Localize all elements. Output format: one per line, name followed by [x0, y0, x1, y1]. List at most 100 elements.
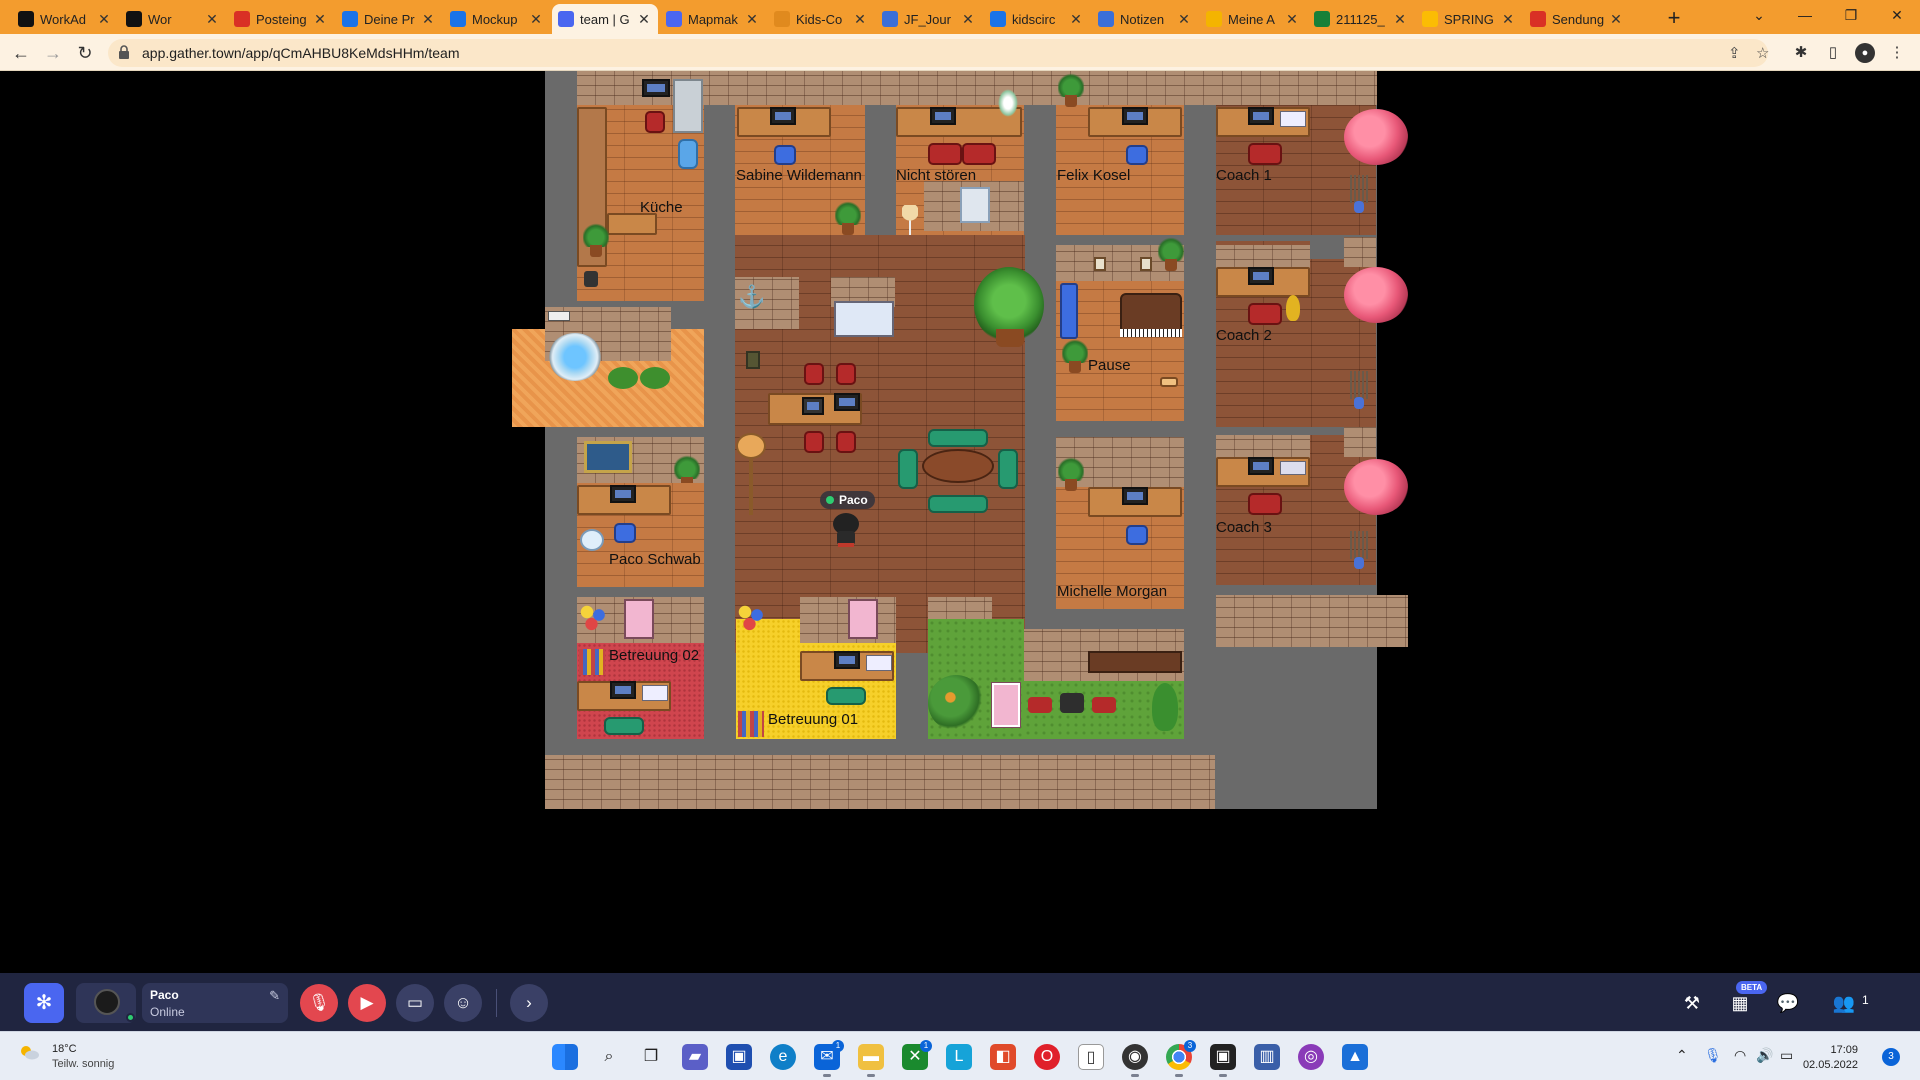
plant-icon — [1058, 457, 1084, 491]
chat-icon[interactable]: 💬 — [1774, 989, 1802, 1017]
browser-tab[interactable]: Posteing ✕ — [228, 4, 334, 34]
browser-tab[interactable]: Deine Pr ✕ — [336, 4, 442, 34]
store-icon[interactable]: ▣ — [726, 1044, 752, 1070]
close-tab-icon[interactable]: ✕ — [1500, 11, 1516, 28]
trello-icon[interactable]: ▥ — [1254, 1044, 1280, 1070]
browser-tab[interactable]: WorkAd ✕ — [12, 4, 118, 34]
mic-muted-icon[interactable]: 🎙 — [300, 984, 338, 1022]
side-table-icon — [746, 351, 760, 369]
browser-tab[interactable]: Mockup ✕ — [444, 4, 550, 34]
tab-title: JF_Jour — [904, 11, 951, 27]
close-window-button[interactable]: ✕ — [1874, 0, 1920, 30]
xbox-icon[interactable]: ✕ 1 — [902, 1040, 932, 1070]
browser-tab[interactable]: Notizen ✕ — [1092, 4, 1198, 34]
close-tab-icon[interactable]: ✕ — [1176, 11, 1192, 28]
browser-tab[interactable]: Kids-Co ✕ — [768, 4, 874, 34]
tab-search-icon[interactable]: ⌄ — [1736, 0, 1782, 30]
edge-icon[interactable]: e — [770, 1044, 796, 1070]
reload-icon[interactable]: ↻ — [72, 40, 98, 66]
address-bar[interactable]: app.gather.town/app/qCmAHBU8KeMdsHHm/tea… — [108, 39, 1769, 67]
participants-icon[interactable]: 👥 — [1830, 989, 1858, 1017]
close-tab-icon[interactable]: ✕ — [744, 11, 760, 28]
speaker-icon[interactable]: 🔊 — [1756, 1047, 1773, 1064]
podcast-icon[interactable]: ◎ — [1298, 1044, 1324, 1070]
calendar-board-icon — [960, 187, 990, 223]
teams-chat-icon[interactable]: ▰ — [682, 1044, 708, 1070]
share-icon[interactable]: ⇪ — [1728, 44, 1741, 62]
document-icon[interactable]: ▯ — [1078, 1044, 1104, 1070]
close-tab-icon[interactable]: ✕ — [528, 11, 544, 28]
microphone-icon[interactable]: 🎙 — [1704, 1047, 1722, 1064]
browser-tab[interactable]: Wor ✕ — [120, 4, 226, 34]
screen-share-icon[interactable]: ▭ — [396, 984, 434, 1022]
close-tab-icon[interactable]: ✕ — [204, 11, 220, 28]
gather-game-canvas[interactable]: Küche Sabine Wildemann Nicht stören Feli… — [0, 71, 1920, 973]
favicon-icon — [450, 11, 466, 27]
task-view-icon[interactable]: ❐ — [638, 1044, 664, 1070]
player-avatar[interactable] — [832, 513, 860, 547]
camera-off-icon[interactable]: ▶ — [348, 984, 386, 1022]
build-tool-icon[interactable]: ⚒ — [1678, 989, 1706, 1017]
browser-tab[interactable]: JF_Jour ✕ — [876, 4, 982, 34]
mail-icon[interactable]: ✉ 1 — [814, 1040, 844, 1077]
battery-icon[interactable]: ▭ — [1780, 1047, 1793, 1064]
close-tab-icon[interactable]: ✕ — [1392, 11, 1408, 28]
star-icon[interactable]: ☆ — [1756, 44, 1769, 62]
profile-icon[interactable]: ● — [1855, 43, 1875, 63]
wifi-icon[interactable]: ◠ — [1734, 1047, 1746, 1064]
close-tab-icon[interactable]: ✕ — [852, 11, 868, 28]
browser-tab[interactable]: kidscirc ✕ — [984, 4, 1090, 34]
player-nametag[interactable]: Paco — [820, 491, 875, 509]
search-icon[interactable]: ⌕ — [596, 1044, 622, 1070]
puzzle-icon[interactable]: ✱ — [1791, 43, 1811, 63]
chevron-up-icon[interactable]: ⌃ — [1676, 1047, 1688, 1064]
clock-date[interactable]: 02.05.2022 — [1802, 1059, 1858, 1071]
user-name-box[interactable]: Paco Online ✎ — [142, 983, 288, 1023]
windows-taskbar: 18°C Teilw. sonnig ⌕ ❐ ▰ ▣ e ✉ 1 ▬ ✕ 1 L ◧… — [0, 1031, 1920, 1080]
close-tab-icon[interactable]: ✕ — [1068, 11, 1084, 28]
minimize-button[interactable]: — — [1782, 0, 1828, 30]
media-player-icon[interactable]: ◉ — [1122, 1044, 1148, 1077]
browser-tab[interactable]: SPRING ✕ — [1416, 4, 1522, 34]
close-tab-icon[interactable]: ✕ — [636, 11, 652, 28]
close-tab-icon[interactable]: ✕ — [1608, 11, 1624, 28]
file-explorer-icon[interactable]: ▬ — [858, 1044, 884, 1077]
chevron-right-icon[interactable]: › — [510, 984, 548, 1022]
browser-tab[interactable]: team | G ✕ — [552, 4, 658, 34]
emoji-icon[interactable]: ☺ — [444, 984, 482, 1022]
clock-time[interactable]: 17:09 — [1812, 1044, 1858, 1056]
close-tab-icon[interactable]: ✕ — [1284, 11, 1300, 28]
plant-icon — [1062, 339, 1088, 373]
pencil-icon[interactable]: ✎ — [269, 988, 280, 1004]
new-tab-button[interactable]: + — [1660, 4, 1688, 32]
office-icon[interactable]: ◧ — [990, 1044, 1016, 1070]
chrome-icon[interactable]: 3 — [1166, 1040, 1196, 1077]
browser-tab[interactable]: Mapmak ✕ — [660, 4, 766, 34]
screen-capture-icon[interactable]: ▣ — [1210, 1044, 1236, 1077]
sidebar-icon[interactable]: ▯ — [1823, 43, 1843, 63]
arrow-right-icon[interactable]: → — [40, 40, 66, 66]
user-name: Paco — [150, 988, 179, 1002]
browser-tab[interactable]: Meine A ✕ — [1200, 4, 1306, 34]
photos-icon[interactable]: ▲ — [1342, 1044, 1368, 1070]
notification-badge[interactable]: 3 — [1882, 1048, 1900, 1066]
close-tab-icon[interactable]: ✕ — [420, 11, 436, 28]
opera-icon[interactable]: O — [1034, 1044, 1060, 1070]
gather-menu-icon[interactable]: ✻ — [24, 983, 64, 1023]
tab-title: Meine A — [1228, 11, 1275, 27]
kebab-menu-icon[interactable]: ⋮ — [1887, 43, 1907, 63]
close-tab-icon[interactable]: ✕ — [96, 11, 112, 28]
avatar-preview[interactable] — [76, 983, 136, 1023]
arrow-left-icon[interactable]: ← — [8, 40, 34, 66]
close-tab-icon[interactable]: ✕ — [960, 11, 976, 28]
balloons-icon — [736, 603, 766, 633]
l-app-icon[interactable]: L — [946, 1044, 972, 1070]
kitchen-table — [607, 213, 657, 235]
browser-tab[interactable]: Sendung ✕ — [1524, 4, 1630, 34]
plant-pot — [996, 329, 1024, 347]
close-tab-icon[interactable]: ✕ — [312, 11, 328, 28]
browser-tab[interactable]: 211125_ ✕ — [1308, 4, 1414, 34]
start-icon[interactable] — [552, 1044, 578, 1070]
tab-title: Notizen — [1120, 11, 1165, 27]
restore-button[interactable]: ❐ — [1828, 0, 1874, 30]
